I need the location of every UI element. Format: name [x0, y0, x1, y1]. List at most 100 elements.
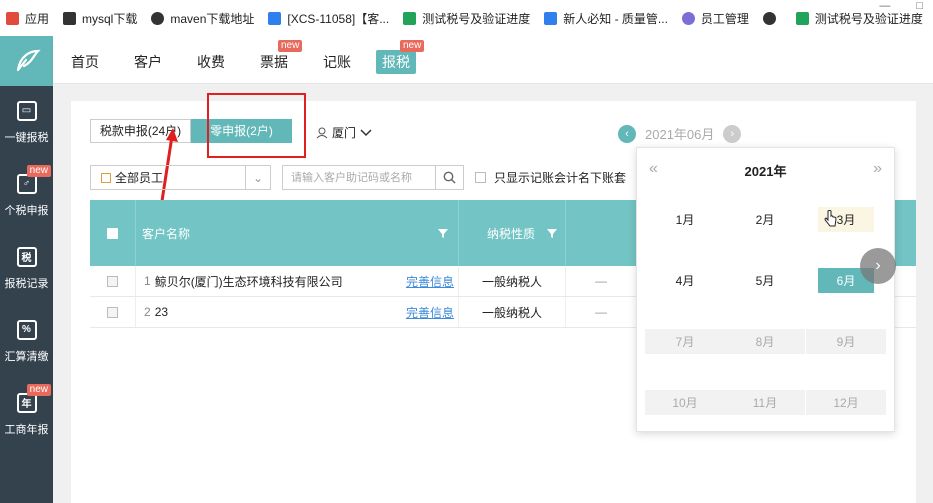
month-cell: 8月 — [725, 329, 805, 354]
column-customer-name: 客户名称 — [136, 200, 459, 266]
bookmark-item[interactable]: 员工管理 — [681, 10, 749, 27]
new-badge: new — [26, 384, 51, 396]
bookmark-item[interactable]: 测试税号及验证进度 — [795, 10, 923, 27]
monitor-icon: ▭ — [16, 100, 37, 121]
extra-cell: — — [595, 274, 607, 288]
jira-icon — [268, 11, 282, 25]
only-my-accounts-checkbox[interactable] — [475, 172, 486, 183]
next-month-button[interactable]: › — [723, 124, 742, 143]
next-year-button[interactable]: » — [873, 160, 882, 178]
app-icon — [681, 11, 695, 25]
only-my-accounts-toggle[interactable]: 只显示记账会计名下账套 — [475, 169, 626, 186]
complete-info-link[interactable]: 完善信息 — [406, 304, 454, 321]
search-input[interactable] — [283, 166, 436, 189]
sidebar-item[interactable]: ▭ 一键报税 — [0, 86, 53, 159]
bookmark-label: 新人必知 - 质量管... — [563, 11, 668, 26]
month-cell: 12月 — [806, 390, 886, 415]
maximize-icon[interactable]: □ — [916, 0, 923, 12]
nav-item[interactable]: 收费 — [197, 52, 225, 72]
bookmark-item[interactable] — [762, 11, 782, 25]
nav-item[interactable]: 报税 — [376, 50, 416, 74]
sidebar-item-label: 一键报税 — [4, 131, 49, 144]
app-logo[interactable] — [0, 36, 53, 86]
column-customer-name-label: 客户名称 — [142, 226, 191, 241]
sidebar-item-label: 报税记录 — [4, 277, 49, 290]
month-cell: 11月 — [725, 390, 805, 415]
hand-cursor-icon — [824, 210, 837, 227]
staff-select-value: 全部员工 — [115, 171, 164, 185]
apps-grid-icon — [6, 11, 19, 25]
sidebar-item-label: 工商年报 — [4, 423, 49, 436]
tax-type-cell: 一般纳税人 — [459, 297, 566, 327]
month-cell[interactable]: 5月 — [725, 268, 805, 293]
current-month-label[interactable]: 2021年06月 — [645, 124, 714, 143]
month-picker-year[interactable]: 2021年 — [637, 161, 894, 180]
bookmark-item[interactable]: 新人必知 - 质量管... — [544, 10, 668, 27]
sheets-icon — [795, 11, 809, 25]
globe-icon — [151, 11, 165, 25]
city-selector[interactable]: 厦门 — [316, 124, 372, 141]
staff-icon — [101, 172, 111, 183]
staff-select[interactable]: 全部员工 ⌄ — [90, 165, 271, 190]
nav-item[interactable]: 客户 — [134, 52, 162, 72]
column-tax-type-label: 纳税性质 — [487, 226, 536, 241]
bookmark-item[interactable]: mysql下载 — [63, 10, 137, 27]
bookmark-item[interactable]: [XCS-11058]【客... — [268, 10, 389, 27]
row-index: 1 — [144, 274, 151, 288]
row-checkbox-cell — [90, 266, 136, 296]
city-label: 厦门 — [332, 126, 357, 140]
minimize-icon[interactable]: — — [879, 0, 890, 12]
prev-month-button[interactable]: ‹ — [618, 124, 636, 143]
new-badge: new — [400, 40, 425, 52]
select-all-checkbox[interactable] — [107, 227, 118, 239]
sidebar-item[interactable]: ♂ 个税申报 new — [0, 159, 53, 232]
nav-item[interactable]: 记账 — [323, 52, 351, 72]
sidebar-item[interactable]: 年工商年报 new — [0, 378, 53, 451]
float-next-button[interactable]: › — [860, 248, 896, 284]
sidebar-item[interactable]: 税报税记录 — [0, 232, 53, 305]
bookmark-label: [XCS-11058]【客... — [287, 11, 390, 26]
chevron-down-icon: ⌄ — [245, 166, 270, 189]
select-all-cell — [90, 200, 136, 266]
search-icon — [443, 171, 456, 184]
column-tax-type: 纳税性质 — [459, 200, 566, 266]
extra-cell: — — [595, 305, 607, 319]
percent-doc-icon: % — [16, 319, 37, 340]
bookmark-item[interactable]: maven下载地址 — [151, 10, 254, 27]
window-controls: — □ — [879, 0, 933, 12]
leaf-logo-icon — [16, 49, 41, 72]
row-checkbox[interactable] — [107, 306, 118, 318]
month-cell: 10月 — [645, 390, 725, 415]
complete-info-link[interactable]: 完善信息 — [406, 273, 454, 290]
month-picker-popup: « 2021年 » 1月 2月 3月 4月 5月 6月 7月 8月 9月 10月 11月 12月 — [636, 147, 895, 432]
mysql-icon — [63, 11, 77, 25]
month-cell[interactable]: 1月 — [645, 207, 725, 232]
search-box — [282, 165, 464, 190]
customer-name: 23 — [154, 305, 169, 319]
new-badge: new — [278, 40, 303, 52]
sidebar: ▭ 一键报税 ♂ 个税申报 new 税报税记录% 汇算清缴年工商年报 new — [0, 36, 53, 503]
filter-icon[interactable] — [547, 228, 557, 238]
row-checkbox-cell — [90, 297, 136, 327]
tax-type-cell: 一般纳税人 — [459, 266, 566, 296]
month-cell[interactable]: 4月 — [645, 268, 725, 293]
sidebar-item[interactable]: % 汇算清缴 — [0, 305, 53, 378]
nav-item[interactable]: 票据 — [260, 52, 288, 72]
search-button[interactable] — [435, 166, 463, 189]
month-cell: 9月 — [806, 329, 886, 354]
customer-name-cell: 1 鲸贝尔(厦门)生态环境科技有限公司 完善信息 — [136, 266, 459, 296]
bookmark-item[interactable]: 应用 — [6, 10, 49, 27]
bookmark-label: 测试税号及验证进度 — [814, 11, 923, 26]
annotation-highlight-box — [207, 93, 306, 158]
confluence-icon — [544, 11, 558, 25]
nav-item[interactable]: 首页 — [71, 52, 99, 72]
bookmark-label: 应用 — [25, 11, 50, 26]
only-my-accounts-label: 只显示记账会计名下账套 — [494, 171, 627, 185]
row-checkbox[interactable] — [107, 275, 118, 287]
customer-name-cell: 2 23 完善信息 — [136, 297, 459, 327]
month-cell[interactable]: 2月 — [725, 207, 805, 232]
bookmark-item[interactable]: 测试税号及验证进度 — [403, 10, 530, 27]
top-nav: 首页 客户 收费 票据 new 记账 报税 new — [53, 36, 933, 84]
filter-icon[interactable] — [438, 228, 448, 238]
month-cell: 7月 — [645, 329, 725, 354]
